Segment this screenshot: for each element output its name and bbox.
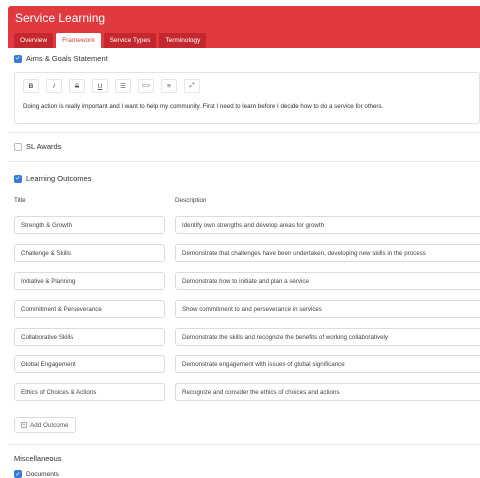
outcome-title-field[interactable]: Challenge & Skills: [14, 244, 165, 262]
outcome-title-field[interactable]: Ethics of Choices & Actions: [14, 383, 165, 401]
tab-service-types[interactable]: Service Types: [103, 33, 157, 48]
expand-icon[interactable]: ⤢: [184, 79, 200, 93]
outcome-title-field[interactable]: Commitment & Perseverance: [14, 300, 165, 318]
awards-checkbox[interactable]: [14, 142, 22, 151]
list-icon[interactable]: ☰: [115, 79, 131, 93]
outcome-title-field[interactable]: Collaborative Skills: [14, 328, 165, 346]
column-header-description: Description: [175, 197, 207, 204]
outcome-description-field[interactable]: Demonstrate engagement with issues of gl…: [175, 355, 480, 373]
divider: [8, 444, 480, 445]
aims-toggle[interactable]: ✓ Aims & Goals Statement: [14, 54, 108, 63]
outcome-description-field[interactable]: Show commitment to and perseverance in s…: [175, 300, 480, 318]
tab-framework[interactable]: Framework: [56, 33, 101, 48]
outcome-description-field[interactable]: Recognize and consider the ethics of cho…: [175, 383, 480, 401]
misc-heading: Miscellaneous: [14, 454, 62, 463]
outcomes-checkbox[interactable]: ✓: [14, 174, 22, 183]
documents-label: Documents: [26, 470, 59, 478]
outcome-title-field[interactable]: Initiative & Planning: [14, 272, 165, 290]
plus-icon: +: [21, 422, 27, 428]
app-title: Service Learning: [15, 11, 106, 25]
tab-terminology[interactable]: Terminology: [159, 33, 207, 48]
framework-panel: ✓ Aims & Goals Statement B I S U ☰ ⊂⊃ ≡ …: [8, 48, 480, 478]
align-icon[interactable]: ≡: [161, 79, 177, 93]
outcome-title-field[interactable]: Strength & Growth: [14, 216, 165, 234]
aims-editor[interactable]: B I S U ☰ ⊂⊃ ≡ ⤢ Doing action is really …: [14, 72, 480, 124]
column-header-title: Title: [14, 197, 26, 204]
link-icon[interactable]: ⊂⊃: [138, 79, 154, 93]
underline-icon[interactable]: U: [92, 79, 108, 93]
outcome-description-field[interactable]: Demonstrate that challenges have been un…: [175, 244, 480, 262]
documents-toggle[interactable]: ✓ Documents: [14, 470, 59, 478]
outcome-description-field[interactable]: Demonstrate how to initiate and plan a s…: [175, 272, 480, 290]
aims-checkbox[interactable]: ✓: [14, 54, 22, 63]
aims-label: Aims & Goals Statement: [26, 54, 108, 63]
tab-bar: Overview Framework Service Types Termino…: [14, 33, 207, 48]
add-outcome-button[interactable]: + Add Outcome: [14, 417, 76, 433]
italic-icon[interactable]: I: [46, 79, 62, 93]
strikethrough-icon[interactable]: S: [69, 79, 85, 93]
bold-icon[interactable]: B: [23, 79, 39, 93]
divider: [8, 132, 480, 133]
editor-toolbar: B I S U ☰ ⊂⊃ ≡ ⤢: [23, 79, 200, 93]
outcomes-toggle[interactable]: ✓ Learning Outcomes: [14, 174, 91, 183]
divider: [8, 161, 480, 162]
outcome-title-field[interactable]: Global Engagement: [14, 355, 165, 373]
tab-overview[interactable]: Overview: [14, 33, 54, 48]
aims-text[interactable]: Doing action is really important and I w…: [23, 103, 383, 110]
add-outcome-label: Add Outcome: [30, 421, 69, 429]
app-header: Service Learning Overview Framework Serv…: [8, 6, 480, 48]
outcomes-label: Learning Outcomes: [26, 174, 92, 183]
outcome-description-field[interactable]: Identify own strengths and develop areas…: [175, 216, 480, 234]
awards-toggle[interactable]: SL Awards: [14, 142, 61, 151]
awards-label: SL Awards: [26, 142, 62, 151]
outcome-description-field[interactable]: Demonstrate the skills and recognize the…: [175, 328, 480, 346]
documents-checkbox[interactable]: ✓: [14, 470, 22, 478]
